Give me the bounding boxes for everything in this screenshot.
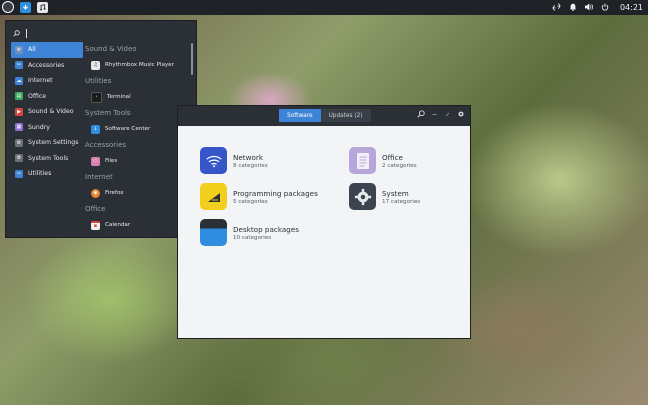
files-icon: ▭ bbox=[91, 156, 100, 166]
software-center-icon: ↓ bbox=[91, 124, 100, 134]
section-title: Office bbox=[85, 205, 106, 213]
top-panel: 04:21 bbox=[0, 0, 648, 15]
tools-icon: ⚙ bbox=[15, 154, 23, 163]
app-files[interactable]: ▭ Files bbox=[85, 151, 189, 171]
tab-updates[interactable]: Updates (2) bbox=[320, 109, 371, 122]
rhythmbox-icon: ♫ bbox=[91, 60, 100, 70]
tab-software[interactable]: Software bbox=[279, 109, 321, 122]
system-gear-icon bbox=[349, 183, 376, 210]
network-wifi-icon bbox=[200, 147, 227, 174]
application-list: Sound & Video ♫ Rhythmbox Music Player U… bbox=[85, 43, 189, 235]
section-title: Accessories bbox=[85, 141, 127, 149]
settings-icon: ⚙ bbox=[15, 138, 23, 147]
maximize-icon[interactable] bbox=[444, 111, 451, 118]
category-utilities[interactable]: ✂ Utilities bbox=[11, 166, 83, 182]
category-system[interactable]: System 17 categories bbox=[349, 183, 420, 210]
section-title: Utilities bbox=[85, 77, 112, 85]
calendar-icon: ▪ bbox=[91, 220, 100, 230]
category-sound-video[interactable]: ▶ Sound & Video bbox=[11, 104, 83, 120]
terminal-icon: › bbox=[91, 91, 102, 103]
search-icon bbox=[13, 29, 20, 37]
app-calendar[interactable]: ▪ Calendar bbox=[85, 215, 189, 235]
launcher-icon[interactable] bbox=[2, 1, 14, 13]
minimize-icon[interactable] bbox=[431, 111, 438, 118]
document-icon bbox=[349, 147, 376, 174]
grid-icon: ▦ bbox=[15, 123, 23, 132]
gear-icon: ⚙ bbox=[15, 45, 23, 54]
app-software-center[interactable]: ↓ Software Center bbox=[85, 119, 189, 139]
section-title: System Tools bbox=[85, 109, 131, 117]
category-internet[interactable]: ☁ Internet bbox=[11, 73, 83, 89]
section-title: Sound & Video bbox=[85, 45, 137, 53]
clock[interactable]: 04:21 bbox=[620, 3, 643, 12]
software-center-window: Software Updates (2) Network 8 categorie… bbox=[177, 105, 471, 339]
category-system-settings[interactable]: ⚙ System Settings bbox=[11, 135, 83, 151]
category-programming-packages[interactable]: Programming packages 5 categories bbox=[200, 183, 318, 210]
application-menu: ⚙ All ✂ Accessories ☁ Internet ▤ Office … bbox=[5, 20, 197, 238]
office-icon: ▤ bbox=[15, 92, 23, 101]
category-system-tools[interactable]: ⚙ System Tools bbox=[11, 151, 83, 167]
search-icon[interactable] bbox=[417, 110, 425, 118]
menu-search[interactable] bbox=[13, 27, 193, 39]
power-icon[interactable] bbox=[600, 2, 610, 12]
firefox-icon: ◉ bbox=[91, 188, 100, 198]
utilities-icon: ✂ bbox=[15, 169, 23, 178]
programming-icon bbox=[200, 183, 227, 210]
desktop-icon bbox=[200, 219, 227, 246]
category-accessories[interactable]: ✂ Accessories bbox=[11, 58, 83, 74]
category-all[interactable]: ⚙ All bbox=[11, 42, 83, 58]
category-office[interactable]: ▤ Office bbox=[11, 89, 83, 105]
volume-icon[interactable] bbox=[584, 2, 594, 12]
window-header: Software Updates (2) bbox=[178, 106, 470, 126]
media-icon: ▶ bbox=[15, 107, 23, 116]
category-office[interactable]: Office 2 categories bbox=[349, 147, 417, 174]
software-center-icon[interactable] bbox=[20, 1, 31, 13]
notifications-icon[interactable] bbox=[568, 2, 578, 12]
app-terminal[interactable]: › Terminal bbox=[85, 87, 189, 107]
cloud-icon: ☁ bbox=[15, 76, 23, 85]
category-sundry[interactable]: ▦ Sundry bbox=[11, 120, 83, 136]
music-player-icon[interactable] bbox=[37, 1, 48, 13]
view-tabs: Software Updates (2) bbox=[279, 109, 371, 122]
accessories-icon: ✂ bbox=[15, 61, 23, 70]
app-rhythmbox[interactable]: ♫ Rhythmbox Music Player bbox=[85, 55, 189, 75]
menu-scrollbar[interactable] bbox=[191, 43, 193, 75]
app-firefox[interactable]: ◉ Firefox bbox=[85, 183, 189, 203]
network-icon[interactable] bbox=[552, 2, 562, 12]
settings-icon[interactable] bbox=[457, 110, 465, 118]
text-cursor bbox=[26, 28, 27, 38]
category-network[interactable]: Network 8 categories bbox=[200, 147, 268, 174]
category-desktop-packages[interactable]: Desktop packages 10 categories bbox=[200, 219, 299, 246]
category-list: ⚙ All ✂ Accessories ☁ Internet ▤ Office … bbox=[11, 42, 83, 182]
section-title: Internet bbox=[85, 173, 113, 181]
